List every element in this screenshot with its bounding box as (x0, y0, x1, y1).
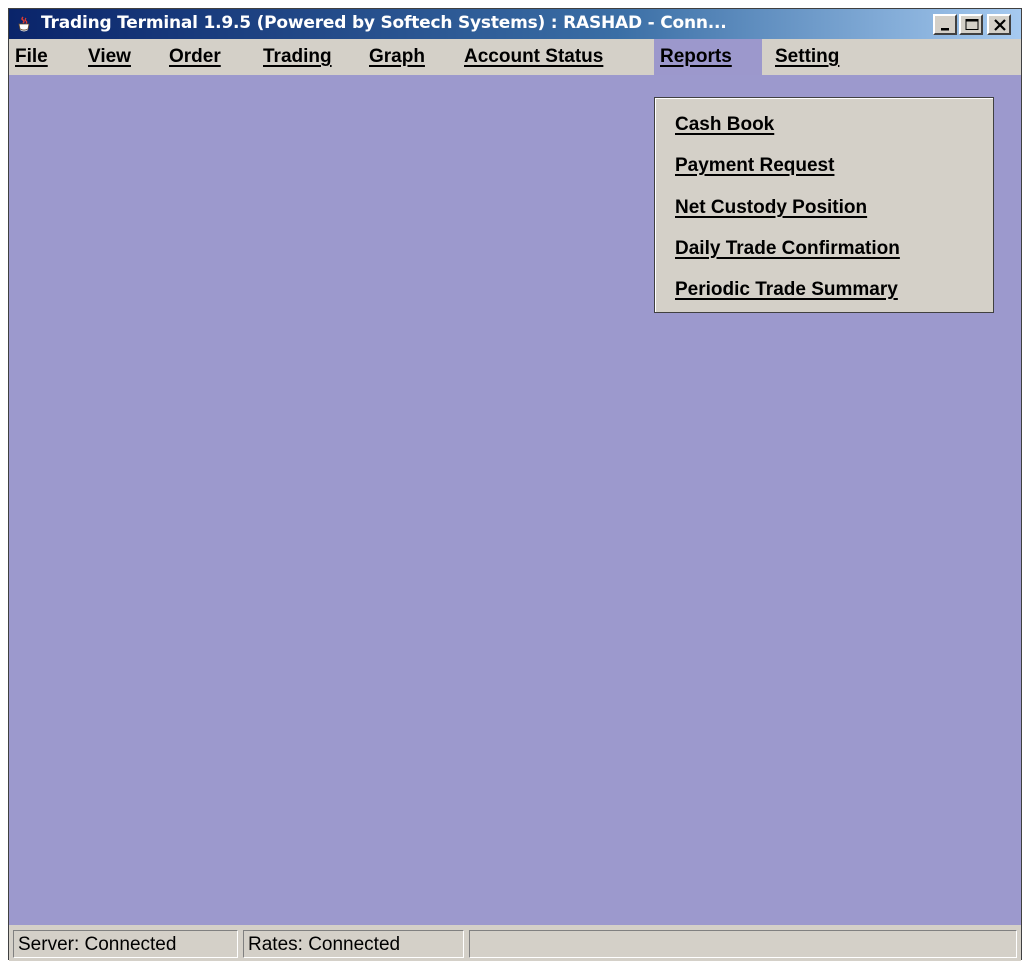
close-icon (994, 19, 1006, 31)
reports-dropdown-menu: Cash Book Payment Request Net Custody Po… (654, 97, 994, 313)
close-button[interactable] (987, 14, 1011, 35)
menu-item-cash-book[interactable]: Cash Book (675, 114, 774, 136)
status-bar: Server: Connected Rates: Connected (9, 925, 1021, 961)
menu-setting[interactable]: Setting (769, 39, 845, 75)
rates-status: Rates: Connected (243, 930, 464, 958)
menu-account-status[interactable]: Account Status (458, 39, 609, 75)
server-status: Server: Connected (13, 930, 238, 958)
menu-file[interactable]: File (9, 39, 54, 75)
menu-item-periodic-trade-summary[interactable]: Periodic Trade Summary (675, 279, 898, 301)
menu-item-payment-request[interactable]: Payment Request (675, 155, 834, 177)
menu-bar: File View Order Trading Graph Account St… (9, 39, 1021, 75)
maximize-button[interactable] (959, 14, 983, 35)
menu-order[interactable]: Order (163, 39, 227, 75)
main-window: Trading Terminal 1.9.5 (Powered by Softe… (8, 8, 1022, 961)
menu-graph[interactable]: Graph (363, 39, 431, 75)
menu-view[interactable]: View (82, 39, 137, 75)
maximize-icon (965, 19, 979, 30)
menu-reports[interactable]: Reports (654, 39, 762, 75)
status-message (469, 930, 1017, 958)
title-bar[interactable]: Trading Terminal 1.9.5 (Powered by Softe… (9, 9, 1021, 39)
java-cup-icon[interactable] (15, 15, 33, 33)
menu-item-daily-trade-confirmation[interactable]: Daily Trade Confirmation (675, 238, 900, 260)
menu-trading[interactable]: Trading (257, 39, 338, 75)
minimize-icon (941, 28, 949, 31)
minimize-button[interactable] (933, 14, 957, 35)
window-title: Trading Terminal 1.9.5 (Powered by Softe… (41, 13, 727, 33)
menu-item-net-custody-position[interactable]: Net Custody Position (675, 197, 867, 219)
